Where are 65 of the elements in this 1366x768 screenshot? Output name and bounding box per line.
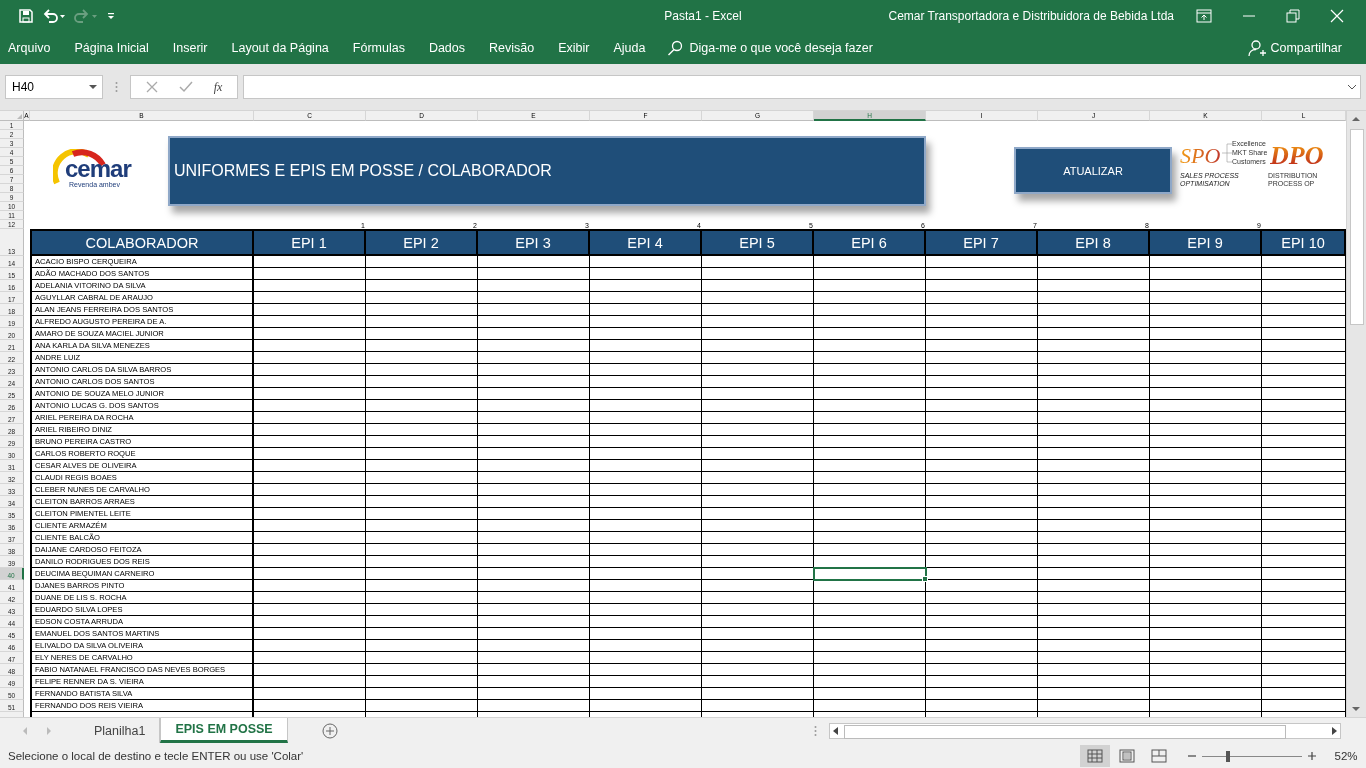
select-all-icon[interactable]	[17, 114, 22, 119]
search-icon[interactable]	[667, 40, 684, 56]
ribbon-tab[interactable]: Inserir	[160, 32, 220, 64]
name-box[interactable]: H40	[5, 75, 103, 99]
ribbon-tab[interactable]: Revisão	[477, 32, 547, 64]
ribbon-tab[interactable]: Exibir	[546, 32, 602, 64]
caret-icon[interactable]	[89, 84, 97, 90]
normal-view-button[interactable]	[1080, 744, 1110, 767]
ribbon-display-icon[interactable]	[1196, 9, 1212, 23]
zoom-level[interactable]: 52%	[1326, 749, 1366, 762]
status-message: Selecione o local de destino e tecle ENTER ou use 'Colar'	[8, 749, 304, 762]
share-button[interactable]: Compartilhar	[1270, 41, 1342, 55]
expand-icon[interactable]	[1348, 84, 1356, 90]
column-heading: COLABORADOR	[30, 229, 254, 256]
redo-icon[interactable]	[74, 8, 98, 24]
ribbon-tab[interactable]: Página Inicial	[62, 32, 161, 64]
previous-sheet-icon[interactable]	[22, 726, 28, 735]
undo-icon[interactable]	[42, 8, 66, 24]
select-all-button[interactable]	[0, 111, 24, 121]
column-heading: EPI 6	[814, 229, 926, 256]
scrollbar-thumb[interactable]	[843, 724, 1286, 739]
tell-me-field[interactable]: Diga-me o que você deseja fazer	[689, 41, 873, 55]
selected-cell[interactable]	[814, 568, 926, 580]
window-title: Pasta1 - Excel	[663, 9, 743, 23]
zoom-in-icon[interactable]	[1308, 751, 1316, 760]
cancel-icon[interactable]	[145, 81, 158, 93]
vertical-scrollbar[interactable]	[1346, 111, 1366, 717]
customize-caret-icon[interactable]	[106, 10, 116, 22]
column-heading: EPI 2	[366, 229, 478, 256]
horizontal-scrollbar[interactable]	[828, 722, 1341, 739]
formula-field[interactable]	[243, 75, 1361, 99]
update-button[interactable]: ATUALIZAR	[1014, 147, 1172, 194]
ribbon-tab[interactable]: Fórmulas	[340, 32, 417, 64]
sheet-tab[interactable]: EPIS EM POSSE	[160, 718, 288, 743]
scrollbar-thumb[interactable]	[1350, 129, 1364, 325]
column-heading: EPI 4	[590, 229, 702, 256]
column-heading: EPI 8	[1038, 229, 1150, 256]
column-heading: EPI 9	[1150, 229, 1262, 256]
scroll-down-icon[interactable]	[1352, 707, 1360, 712]
column-heading: EPI 3	[478, 229, 590, 256]
ribbon-tab[interactable]: Ajuda	[601, 32, 658, 64]
zoom-slider[interactable]	[1202, 749, 1302, 762]
page-break-icon	[1151, 748, 1167, 763]
sheet-title-banner: UNIFORMES E EPIS EM POSSE / COLABORADOR	[168, 136, 926, 206]
close-icon[interactable]	[1330, 9, 1344, 23]
ribbon-tab[interactable]: Dados	[416, 32, 478, 64]
insert-function-button[interactable]: fx	[213, 79, 223, 95]
check-icon[interactable]	[178, 81, 193, 93]
split-handle-icon[interactable]	[813, 724, 817, 737]
scroll-up-icon[interactable]	[1352, 116, 1360, 121]
next-sheet-icon[interactable]	[46, 726, 52, 735]
account-name[interactable]: Cemar Transportadora e Distribuidora de Bebida Ltda	[888, 9, 1174, 23]
ribbon-tab[interactable]: Arquivo	[0, 32, 63, 64]
save-icon[interactable]	[18, 8, 34, 24]
person-add-icon[interactable]	[1248, 39, 1267, 57]
page-icon	[1119, 748, 1135, 763]
drag-handle-icon[interactable]	[115, 81, 118, 93]
restore-icon[interactable]	[1286, 9, 1300, 23]
ribbon-tab[interactable]: Layout da Página	[219, 32, 341, 64]
grid-icon	[1087, 748, 1103, 763]
column-heading: EPI 1	[254, 229, 366, 256]
add-sheet-icon[interactable]	[321, 722, 338, 739]
column-heading: EPI 10	[1262, 229, 1346, 256]
column-heading: EPI 5	[702, 229, 814, 256]
column-heading: EPI 7	[926, 229, 1038, 256]
